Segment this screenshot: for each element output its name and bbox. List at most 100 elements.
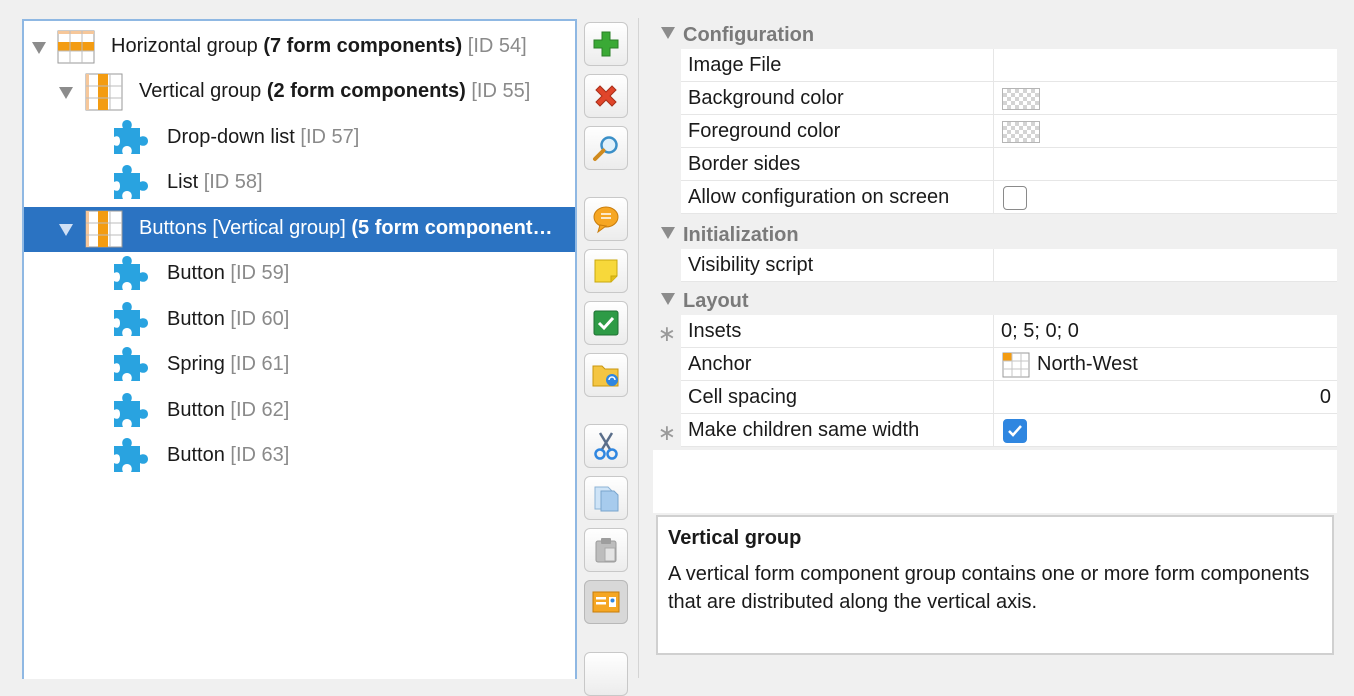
color-swatch[interactable] xyxy=(1002,88,1040,110)
property-foreground-color[interactable]: Foreground color xyxy=(653,115,1337,148)
section-title: Configuration xyxy=(683,24,815,46)
tree-item-label: Button [ID 60] xyxy=(167,308,290,330)
description-panel: Vertical group A vertical form component… xyxy=(656,515,1334,655)
tree-item-vertical-group[interactable]: Vertical group (2 form components) [ID 5… xyxy=(24,70,575,115)
section-title: Initialization xyxy=(683,224,799,246)
note-button[interactable] xyxy=(584,249,628,293)
cut-button[interactable] xyxy=(584,424,628,468)
puzzle-piece-icon xyxy=(110,300,150,340)
delete-button[interactable] xyxy=(584,74,628,118)
paste-button[interactable] xyxy=(584,528,628,572)
property-name: Background color xyxy=(688,87,844,109)
row-gutter xyxy=(653,348,681,381)
add-icon xyxy=(593,31,619,57)
property-name: Make children same width xyxy=(688,419,920,441)
description-title: Vertical group xyxy=(668,527,802,549)
add-button[interactable] xyxy=(584,22,628,66)
color-swatch[interactable] xyxy=(1002,121,1040,143)
property-name: Image File xyxy=(688,54,782,76)
tree-item-drop-down-list[interactable]: Drop-down list [ID 57] xyxy=(24,116,575,161)
paste-icon xyxy=(595,538,617,563)
property-name: Visibility script xyxy=(688,254,814,276)
tree-item-buttons-group[interactable]: Buttons [Vertical group] (5 form compone… xyxy=(24,207,575,252)
collapse-arrow-icon xyxy=(661,293,675,305)
property-value[interactable]: North-West xyxy=(1037,353,1138,376)
panel-divider[interactable] xyxy=(638,18,639,678)
section-configuration[interactable]: Configuration xyxy=(653,18,1337,49)
tree-item-label: Button [ID 62] xyxy=(167,399,290,421)
property-value[interactable]: 0 xyxy=(1320,386,1331,409)
tree-item-spring[interactable]: Spring [ID 61] xyxy=(24,343,575,388)
tree-item-label: Drop-down list [ID 57] xyxy=(167,126,360,148)
row-gutter xyxy=(653,115,681,148)
allow-configuration-checkbox[interactable] xyxy=(1003,186,1027,210)
checkmark-icon xyxy=(1008,425,1022,437)
delete-icon xyxy=(595,85,617,107)
tree-item-label: Button [ID 63] xyxy=(167,444,290,466)
tree-item-label: Horizontal group (7 form components) [ID… xyxy=(111,35,527,57)
anchor-north-west-icon xyxy=(1002,352,1030,378)
expand-arrow-icon[interactable] xyxy=(59,87,73,99)
form-view-icon xyxy=(592,591,620,613)
more-button[interactable] xyxy=(584,652,628,696)
expand-arrow-icon[interactable] xyxy=(59,224,73,236)
component-tree[interactable]: Horizontal group (7 form components) [ID… xyxy=(22,19,577,679)
property-name: Allow configuration on screen xyxy=(688,186,950,208)
tree-item-button[interactable]: Button [ID 62] xyxy=(24,389,575,434)
property-value[interactable]: 0; 5; 0; 0 xyxy=(1001,320,1079,343)
row-gutter xyxy=(653,49,681,82)
puzzle-piece-icon xyxy=(110,118,150,158)
vertical-group-icon xyxy=(84,72,124,112)
same-width-checkbox[interactable] xyxy=(1003,419,1027,443)
property-insets[interactable]: ∗ Insets 0; 5; 0; 0 xyxy=(653,315,1337,348)
tree-item-label: Vertical group (2 form components) [ID 5… xyxy=(139,80,531,102)
puzzle-piece-icon xyxy=(110,254,150,294)
required-marker-icon: ∗ xyxy=(653,414,681,447)
property-make-children-same-width[interactable]: ∗ Make children same width xyxy=(653,414,1337,447)
comment-icon xyxy=(593,206,619,234)
property-anchor[interactable]: Anchor North-West xyxy=(653,348,1337,381)
expand-arrow-icon[interactable] xyxy=(32,42,46,54)
tree-item-label: List [ID 58] xyxy=(167,171,263,193)
search-icon xyxy=(593,136,618,161)
tree-item-label: Buttons [Vertical group] (5 form compone… xyxy=(139,217,553,239)
tree-item-button[interactable]: Button [ID 63] xyxy=(24,434,575,479)
vertical-toolbar xyxy=(582,20,630,696)
vertical-group-icon xyxy=(84,209,124,249)
property-sheet: Configuration Image File Background colo… xyxy=(653,18,1337,453)
puzzle-piece-icon xyxy=(110,436,150,476)
folder-sync-button[interactable] xyxy=(584,353,628,397)
form-view-button[interactable] xyxy=(584,580,628,624)
tree-item-list[interactable]: List [ID 58] xyxy=(24,161,575,206)
horizontal-group-icon xyxy=(56,27,96,67)
copy-button[interactable] xyxy=(584,476,628,520)
check-icon xyxy=(593,310,619,336)
required-marker-icon: ∗ xyxy=(653,315,681,348)
copy-icon xyxy=(594,486,619,512)
property-sheet-empty-area xyxy=(653,450,1337,513)
folder-sync-icon xyxy=(592,365,619,387)
property-name: Foreground color xyxy=(688,120,841,142)
tree-item-horizontal-group[interactable]: Horizontal group (7 form components) [ID… xyxy=(24,25,575,70)
property-cell-spacing[interactable]: Cell spacing 0 xyxy=(653,381,1337,414)
search-button[interactable] xyxy=(584,126,628,170)
tree-item-label: Button [ID 59] xyxy=(167,262,290,284)
check-button[interactable] xyxy=(584,301,628,345)
property-name: Insets xyxy=(688,320,742,342)
puzzle-piece-icon xyxy=(110,163,150,203)
description-text: A vertical form component group contains… xyxy=(668,563,1310,613)
row-gutter xyxy=(653,148,681,181)
tree-item-button[interactable]: Button [ID 59] xyxy=(24,252,575,297)
row-gutter xyxy=(653,381,681,414)
tree-item-button[interactable]: Button [ID 60] xyxy=(24,298,575,343)
property-allow-configuration[interactable]: Allow configuration on screen xyxy=(653,181,1337,214)
tree-item-label: Spring [ID 61] xyxy=(167,353,290,375)
property-visibility-script[interactable]: Visibility script xyxy=(653,249,1337,282)
property-border-sides[interactable]: Border sides xyxy=(653,148,1337,181)
section-initialization[interactable]: Initialization xyxy=(653,218,1337,249)
section-title: Layout xyxy=(683,290,749,312)
section-layout[interactable]: Layout xyxy=(653,284,1337,315)
comment-button[interactable] xyxy=(584,197,628,241)
property-background-color[interactable]: Background color xyxy=(653,82,1337,115)
property-image-file[interactable]: Image File xyxy=(653,49,1337,82)
